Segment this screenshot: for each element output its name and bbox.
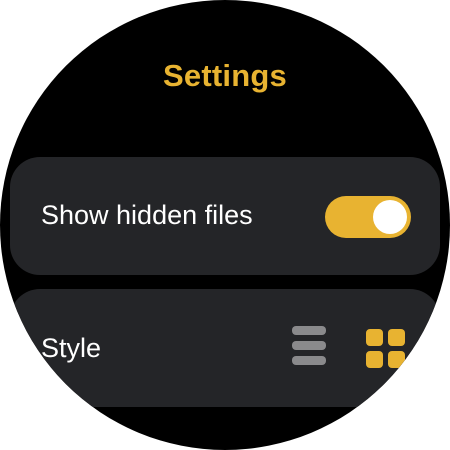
style-row: Style — [10, 289, 440, 407]
grid-cell — [388, 351, 405, 368]
show-hidden-files-label: Show hidden files — [41, 200, 253, 230]
list-bar — [292, 341, 326, 350]
list-icon[interactable] — [290, 326, 328, 366]
grid-cell — [366, 351, 383, 368]
list-bar — [292, 326, 326, 335]
style-label: Style — [41, 333, 102, 363]
grid-cell — [388, 329, 405, 346]
grid-cell — [366, 329, 383, 346]
watch-screen: Settings Show hidden files Style — [0, 0, 450, 450]
toggle-knob — [373, 200, 407, 234]
list-bar — [292, 356, 326, 365]
show-hidden-files-row[interactable]: Show hidden files — [10, 157, 440, 275]
grid-icon[interactable] — [366, 329, 406, 369]
show-hidden-files-toggle[interactable] — [325, 196, 411, 238]
page-title: Settings — [163, 58, 287, 93]
